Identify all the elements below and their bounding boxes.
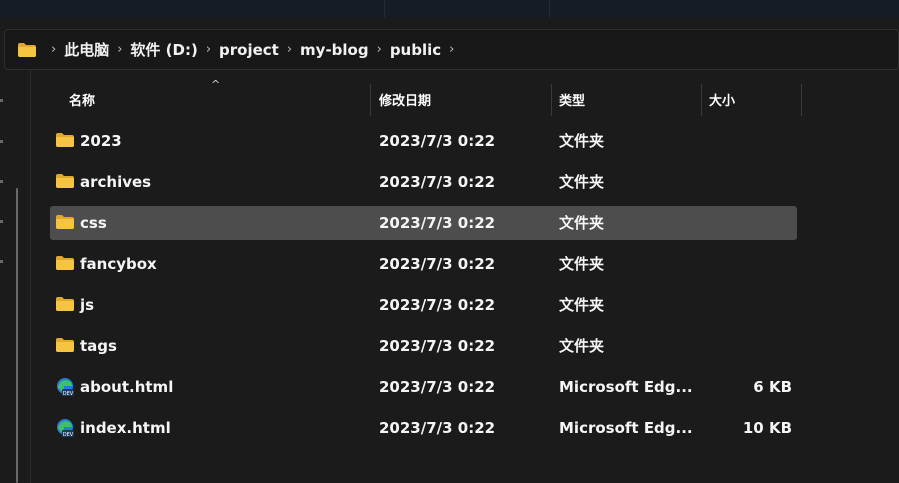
folder-icon xyxy=(55,337,75,355)
file-modified: 2023/7/3 0:22 xyxy=(379,214,496,232)
file-modified: 2023/7/3 0:22 xyxy=(379,132,496,150)
breadcrumb-item[interactable]: 软件 (D:) xyxy=(130,39,197,60)
column-resizer[interactable] xyxy=(370,84,371,116)
column-type-label: 类型 xyxy=(559,93,586,109)
nav-marker xyxy=(0,220,3,223)
file-row[interactable]: js 2023/7/3 0:22 文件夹 xyxy=(50,288,797,322)
breadcrumb-item[interactable]: public xyxy=(390,41,441,59)
file-modified: 2023/7/3 0:22 xyxy=(379,255,496,273)
nav-scrollbar[interactable] xyxy=(16,188,18,483)
chevron-right-icon[interactable]: › xyxy=(449,42,454,57)
column-name[interactable]: 名称 xyxy=(69,80,95,118)
folder-icon xyxy=(55,214,75,232)
breadcrumb-item[interactable]: my-blog xyxy=(300,41,369,59)
file-row[interactable]: 2023 2023/7/3 0:22 文件夹 xyxy=(50,124,797,158)
edge-html-icon: DEV xyxy=(55,377,75,397)
file-modified: 2023/7/3 0:22 xyxy=(379,296,496,314)
file-name: tags xyxy=(80,337,117,355)
edge-html-icon: DEV xyxy=(55,418,75,438)
svg-text:DEV: DEV xyxy=(63,432,74,438)
file-name: about.html xyxy=(80,378,174,396)
file-type: 文件夹 xyxy=(559,296,605,314)
file-modified: 2023/7/3 0:22 xyxy=(379,337,496,355)
column-modified[interactable]: 修改日期 xyxy=(379,80,431,118)
file-row[interactable]: css 2023/7/3 0:22 文件夹 xyxy=(50,206,797,240)
folder-icon xyxy=(55,132,75,150)
file-type: 文件夹 xyxy=(559,132,605,150)
file-type: 文件夹 xyxy=(559,337,605,355)
column-resizer[interactable] xyxy=(551,84,552,116)
chevron-right-icon[interactable]: › xyxy=(206,42,211,57)
file-size: 6 KB xyxy=(753,378,792,396)
file-name: index.html xyxy=(80,419,171,437)
svg-text:DEV: DEV xyxy=(63,391,74,397)
chevron-right-icon[interactable]: › xyxy=(377,42,382,57)
breadcrumb: › 此电脑 › 软件 (D:) › project › my-blog › public › xyxy=(43,30,462,69)
file-modified: 2023/7/3 0:22 xyxy=(379,419,496,437)
nav-marker xyxy=(0,140,3,143)
chevron-right-icon[interactable]: › xyxy=(287,42,292,57)
chevron-right-icon[interactable]: › xyxy=(51,42,56,57)
sort-ascending-icon: ^ xyxy=(211,78,221,91)
chevron-right-icon[interactable]: › xyxy=(117,42,122,57)
column-header: ^ 名称 修改日期 类型 大小 xyxy=(31,78,899,118)
title-bar-strip xyxy=(0,0,899,18)
navigation-pane xyxy=(0,70,30,483)
file-row[interactable]: DEV index.html 2023/7/3 0:22 Microsoft Edg.… xyxy=(50,411,797,445)
breadcrumb-item[interactable]: project xyxy=(219,41,279,59)
folder-icon xyxy=(55,255,75,273)
file-name: css xyxy=(80,214,107,232)
column-modified-label: 修改日期 xyxy=(379,93,432,109)
pane-divider[interactable] xyxy=(30,70,31,483)
file-type: Microsoft Edg... xyxy=(559,378,693,396)
tab-segment xyxy=(384,0,545,18)
file-modified: 2023/7/3 0:22 xyxy=(379,378,496,396)
column-size[interactable]: 大小 xyxy=(709,80,735,118)
file-type: 文件夹 xyxy=(559,173,605,191)
file-name: fancybox xyxy=(80,255,157,273)
column-size-label: 大小 xyxy=(709,93,736,109)
column-resizer[interactable] xyxy=(701,84,702,116)
breadcrumb-item[interactable]: 此电脑 xyxy=(64,39,109,60)
file-name: 2023 xyxy=(80,132,122,150)
column-name-label: 名称 xyxy=(69,93,96,109)
file-name: archives xyxy=(80,173,152,191)
nav-marker xyxy=(0,99,3,102)
file-modified: 2023/7/3 0:22 xyxy=(379,173,496,191)
file-row[interactable]: archives 2023/7/3 0:22 文件夹 xyxy=(50,165,797,199)
file-row[interactable]: fancybox 2023/7/3 0:22 文件夹 xyxy=(50,247,797,281)
folder-icon xyxy=(17,42,37,62)
column-resizer[interactable] xyxy=(801,84,802,116)
nav-marker xyxy=(0,180,3,183)
folder-icon xyxy=(55,173,75,191)
tab-segment xyxy=(549,0,899,18)
file-type: 文件夹 xyxy=(559,255,605,273)
file-row[interactable]: tags 2023/7/3 0:22 文件夹 xyxy=(50,329,797,363)
column-type[interactable]: 类型 xyxy=(559,80,585,118)
file-size: 10 KB xyxy=(742,419,792,437)
folder-icon xyxy=(55,296,75,314)
file-name: js xyxy=(80,296,95,314)
address-bar[interactable]: › 此电脑 › 软件 (D:) › project › my-blog › public › xyxy=(4,29,899,70)
file-type: 文件夹 xyxy=(559,214,605,232)
nav-marker xyxy=(0,260,3,263)
file-type: Microsoft Edg... xyxy=(559,419,693,437)
file-row[interactable]: DEV about.html 2023/7/3 0:22 Microsoft Edg.… xyxy=(50,370,797,404)
